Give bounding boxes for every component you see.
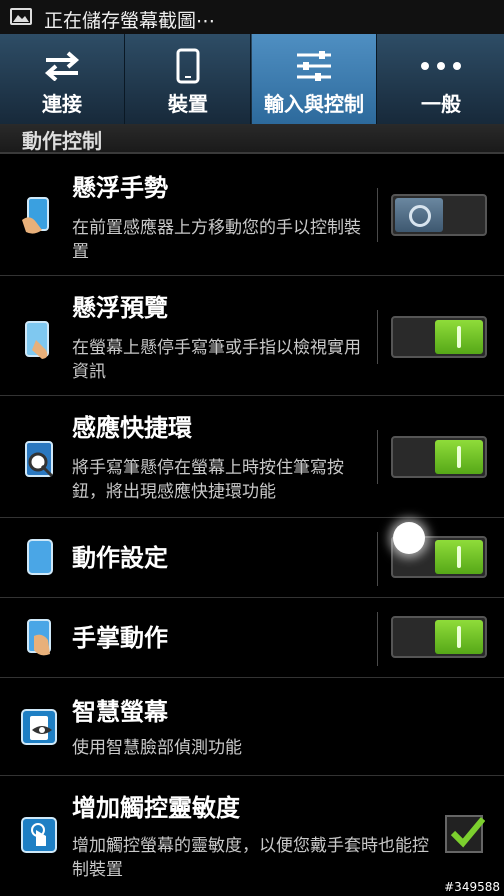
setting-title: 感應快捷環: [72, 414, 192, 442]
tab-bar: 連接 裝置 輸入與控制 一般: [0, 34, 504, 124]
status-text: 正在儲存螢幕截圖⋯: [44, 10, 216, 32]
setting-smart-screen[interactable]: 智慧螢幕 使用智慧臉部偵測功能: [0, 678, 504, 776]
setting-description: 增加觸控螢幕的靈敏度，以便您戴手套時也能控制裝置: [72, 836, 429, 880]
air-command-icon: [20, 440, 60, 480]
tab-label: 裝置: [168, 92, 208, 116]
touch-sensitivity-checkbox[interactable]: [445, 815, 485, 853]
tab-label: 連接: [42, 92, 82, 116]
phone-icon: [126, 46, 250, 86]
tab-device[interactable]: 裝置: [126, 34, 251, 124]
touch-indicator: [393, 522, 425, 554]
setting-description: 在螢幕上懸停手寫筆或手指以檢視實用資訊: [72, 338, 361, 382]
tab-general[interactable]: 一般: [378, 34, 504, 124]
hand-gesture-icon: [20, 196, 60, 236]
screenshot-icon: [10, 8, 32, 25]
setting-title: 智慧螢幕: [72, 698, 168, 726]
swap-arrows-icon: [0, 46, 124, 86]
motion-phone-icon: [20, 538, 60, 578]
air-view-icon: [20, 320, 60, 360]
toggle-knob: [435, 320, 483, 354]
tab-label: 輸入與控制: [264, 92, 364, 116]
air-command-toggle[interactable]: [391, 436, 487, 478]
section-title: 動作控制: [22, 129, 102, 153]
divider: [377, 612, 378, 666]
setting-description: 將手寫筆懸停在螢幕上時按住筆寫按鈕，將出現感應快捷環功能: [72, 458, 344, 502]
tab-input-control[interactable]: 輸入與控制: [252, 34, 377, 124]
toggle-knob: [435, 620, 483, 654]
setting-motion[interactable]: 動作設定: [0, 518, 504, 598]
setting-air-view[interactable]: 懸浮預覽 在螢幕上懸停手寫筆或手指以檢視實用資訊: [0, 276, 504, 396]
setting-title: 增加觸控靈敏度: [72, 794, 240, 822]
divider: [377, 188, 378, 242]
divider: [377, 430, 378, 484]
setting-title: 懸浮預覽: [72, 294, 168, 322]
toggle-knob: [435, 540, 483, 574]
smart-screen-eye-icon: [20, 708, 60, 748]
divider: [377, 532, 378, 586]
tab-connections[interactable]: 連接: [0, 34, 125, 124]
toggle-knob: [395, 198, 443, 232]
air-view-toggle[interactable]: [391, 316, 487, 358]
setting-title: 懸浮手勢: [72, 174, 168, 202]
sliders-icon: [252, 46, 376, 86]
section-header: 動作控制: [0, 124, 504, 154]
setting-air-command[interactable]: 感應快捷環 將手寫筆懸停在螢幕上時按住筆寫按鈕，將出現感應快捷環功能: [0, 396, 504, 518]
palm-motion-toggle[interactable]: [391, 616, 487, 658]
air-gesture-toggle[interactable]: [391, 194, 487, 236]
setting-touch-sensitivity[interactable]: 增加觸控靈敏度 增加觸控螢幕的靈敏度，以便您戴手套時也能控制裝置: [0, 776, 504, 896]
more-dots-icon: [378, 46, 504, 86]
tab-label: 一般: [421, 92, 461, 116]
touch-sensitivity-icon: [20, 816, 60, 856]
setting-title: 手掌動作: [72, 624, 168, 652]
checkmark-icon: [450, 817, 485, 848]
setting-description: 在前置感應器上方移動您的手以控制裝置: [72, 218, 361, 262]
toggle-knob: [435, 440, 483, 474]
setting-palm-motion[interactable]: 手掌動作: [0, 598, 504, 678]
divider: [377, 310, 378, 364]
status-bar: 正在儲存螢幕截圖⋯: [0, 0, 504, 34]
setting-air-gesture[interactable]: 懸浮手勢 在前置感應器上方移動您的手以控制裝置: [0, 154, 504, 276]
palm-hand-icon: [20, 618, 60, 658]
setting-description: 使用智慧臉部偵測功能: [72, 738, 242, 758]
setting-title: 動作設定: [72, 544, 168, 572]
watermark: #349588: [444, 880, 500, 894]
